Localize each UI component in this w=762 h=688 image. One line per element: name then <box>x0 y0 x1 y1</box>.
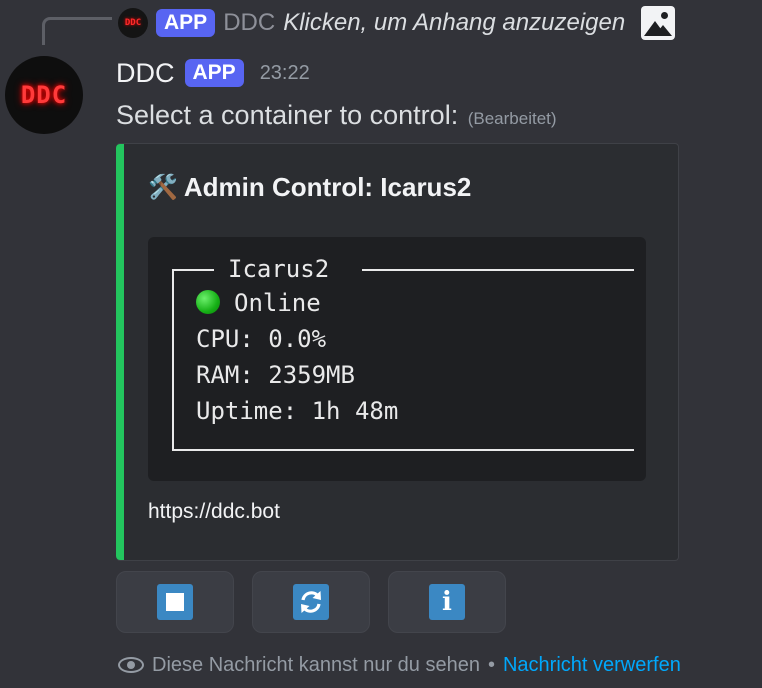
status-line: Online <box>196 289 321 317</box>
message-header: DDC APP 23:22 <box>116 56 310 90</box>
message-text: Select a container to control: <box>116 100 459 130</box>
stop-icon <box>157 584 193 620</box>
stop-button[interactable] <box>116 571 234 633</box>
reply-spine <box>42 17 112 45</box>
app-badge: APP <box>184 59 244 87</box>
reply-app-badge: APP <box>156 9 216 37</box>
status-text: Online <box>234 289 321 317</box>
embed-title-text: Admin Control: Icarus2 <box>183 172 472 202</box>
reply-avatar[interactable]: DDC <box>118 8 148 38</box>
container-name: Icarus2 <box>228 255 330 283</box>
reply-text[interactable]: Klicken, um Anhang anzuzeigen <box>283 9 625 37</box>
info-button[interactable]: i <box>388 571 506 633</box>
ephemeral-text: Diese Nachricht kannst nur du sehen <box>152 653 480 676</box>
green-circle-icon <box>196 290 220 314</box>
embed-title: 🛠️ Admin Control: Icarus2 <box>148 172 471 203</box>
restart-button[interactable] <box>252 571 370 633</box>
reply-preview[interactable]: DDC APP DDC Klicken, um Anhang anzuzeige… <box>118 5 676 41</box>
separator: • <box>487 653 495 676</box>
author-name[interactable]: DDC <box>116 58 175 89</box>
message-timestamp[interactable]: 23:22 <box>260 62 310 85</box>
reply-author[interactable]: DDC <box>223 9 275 37</box>
embed: 🛠️ Admin Control: Icarus2 Icarus2 Online… <box>116 143 679 561</box>
embed-accent-bar <box>116 144 124 560</box>
box-border-top-right <box>362 269 634 271</box>
uptime-line: Uptime: 1h 48m <box>196 397 399 425</box>
ephemeral-notice: Diese Nachricht kannst nur du sehen • Na… <box>118 650 681 680</box>
info-icon: i <box>429 584 465 620</box>
message-content: Select a container to control: (Bearbeit… <box>116 100 557 131</box>
box-border-left <box>172 269 174 451</box>
author-avatar-text: DDC <box>20 81 68 109</box>
author-avatar[interactable]: DDC <box>5 56 83 134</box>
hammer-wrench-icon: 🛠️ <box>148 174 178 201</box>
refresh-icon <box>293 584 329 620</box>
eye-icon <box>118 657 144 673</box>
edited-label: (Bearbeitet) <box>467 109 557 128</box>
image-icon[interactable] <box>641 6 676 40</box>
embed-footer-text: https://ddc.bot <box>148 500 280 523</box>
box-border-top-left <box>172 269 214 271</box>
reply-avatar-text: DDC <box>124 18 142 28</box>
cpu-line: CPU: 0.0% <box>196 325 327 353</box>
code-block: Icarus2 Online CPU: 0.0% RAM: 2359MB Upt… <box>148 237 646 481</box>
box-border-bottom <box>172 449 634 451</box>
ram-line: RAM: 2359MB <box>196 361 355 389</box>
dismiss-message-link[interactable]: Nachricht verwerfen <box>503 654 681 677</box>
